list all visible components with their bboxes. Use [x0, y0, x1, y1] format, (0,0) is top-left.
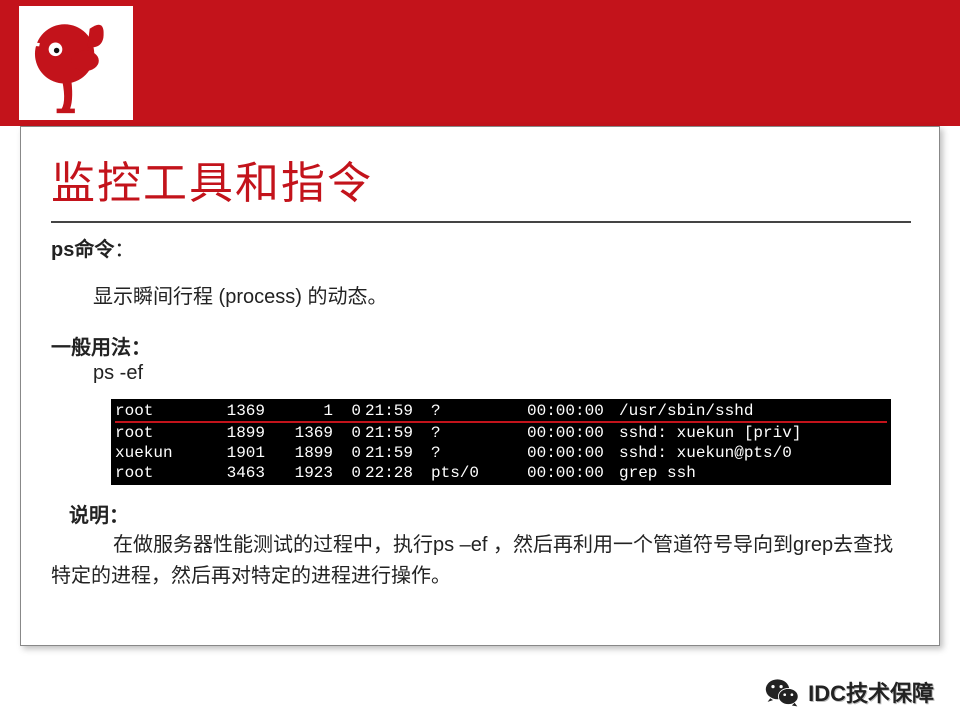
terminal-cell: 00:00:00 — [527, 401, 619, 421]
terminal-cell: 1899 — [271, 443, 339, 463]
terminal-wrap: root13691021:59?00:00:00/usr/sbin/sshdro… — [111, 399, 891, 485]
note-heading-text: 说明 — [69, 505, 109, 527]
usage-cmd: ps -ef — [93, 362, 911, 385]
terminal-cell: 1901 — [203, 443, 271, 463]
terminal-cell: 21:59 — [365, 423, 431, 443]
colon: ： — [131, 337, 151, 359]
note-body: 在做服务器性能测试的过程中，执行ps –ef ，然后再利用一个管道符号导向到gr… — [51, 530, 911, 592]
ps-heading-text: ps命令 — [51, 239, 114, 261]
terminal-row: root18991369021:59?00:00:00sshd: xuekun … — [115, 423, 887, 443]
slide: 监控工具和指令 ps命令： 显示瞬间行程 (process) 的动态。 一般用法… — [0, 0, 960, 720]
terminal-output: root13691021:59?00:00:00/usr/sbin/sshdro… — [111, 399, 891, 485]
note-body-text: 在做服务器性能测试的过程中，执行ps –ef ，然后再利用一个管道符号导向到gr… — [51, 530, 911, 592]
note-heading: 说明： — [69, 499, 911, 528]
ps-heading: ps命令： — [51, 233, 911, 262]
wechat-icon — [764, 674, 800, 710]
ps-desc: 显示瞬间行程 (process) 的动态。 — [93, 280, 911, 309]
terminal-cell: root — [115, 423, 203, 443]
terminal-cell: 1923 — [271, 463, 339, 483]
usage-heading: 一般用法： — [51, 331, 911, 360]
terminal-cell: grep ssh — [619, 463, 887, 483]
terminal-cell: root — [115, 463, 203, 483]
usage-heading-text: 一般用法 — [51, 337, 131, 359]
terminal-cell: 0 — [339, 401, 365, 421]
terminal-cell: 0 — [339, 423, 365, 443]
terminal-cell: 21:59 — [365, 443, 431, 463]
terminal-cell: 1 — [271, 401, 339, 421]
terminal-cell: 1369 — [203, 401, 271, 421]
terminal-cell: sshd: xuekun [priv] — [619, 423, 887, 443]
slide-body: ps命令： 显示瞬间行程 (process) 的动态。 一般用法： ps -ef… — [51, 227, 911, 592]
terminal-cell: sshd: xuekun@pts/0 — [619, 443, 887, 463]
slide-title: 监控工具和指令 — [51, 147, 911, 223]
terminal-cell: 1369 — [271, 423, 339, 443]
terminal-cell: 0 — [339, 463, 365, 483]
terminal-cell: 3463 — [203, 463, 271, 483]
terminal-cell: 21:59 — [365, 401, 431, 421]
terminal-cell: ? — [431, 443, 527, 463]
terminal-cell: xuekun — [115, 443, 203, 463]
terminal-cell: 1899 — [203, 423, 271, 443]
terminal-cell: 00:00:00 — [527, 443, 619, 463]
terminal-cell: 00:00:00 — [527, 423, 619, 443]
terminal-cell: ? — [431, 401, 527, 421]
content-card: 监控工具和指令 ps命令： 显示瞬间行程 (process) 的动态。 一般用法… — [20, 126, 940, 646]
terminal-row: root13691021:59?00:00:00/usr/sbin/sshd — [115, 401, 887, 421]
terminal-cell: 22:28 — [365, 463, 431, 483]
terminal-cell: root — [115, 401, 203, 421]
footer: IDC技术保障 — [0, 664, 960, 720]
terminal-cell: 0 — [339, 443, 365, 463]
footer-text: IDC技术保障 — [808, 676, 934, 708]
terminal-cell: pts/0 — [431, 463, 527, 483]
top-red-band — [0, 0, 960, 126]
joy-dog-logo — [19, 6, 133, 120]
terminal-cell: 00:00:00 — [527, 463, 619, 483]
terminal-row: xuekun19011899021:59?00:00:00sshd: xueku… — [115, 443, 887, 463]
terminal-row: root34631923022:28pts/000:00:00grep ssh — [115, 463, 887, 483]
colon: ： — [114, 239, 134, 261]
colon: ： — [109, 505, 129, 527]
terminal-cell: ? — [431, 423, 527, 443]
terminal-cell: /usr/sbin/sshd — [619, 401, 887, 421]
